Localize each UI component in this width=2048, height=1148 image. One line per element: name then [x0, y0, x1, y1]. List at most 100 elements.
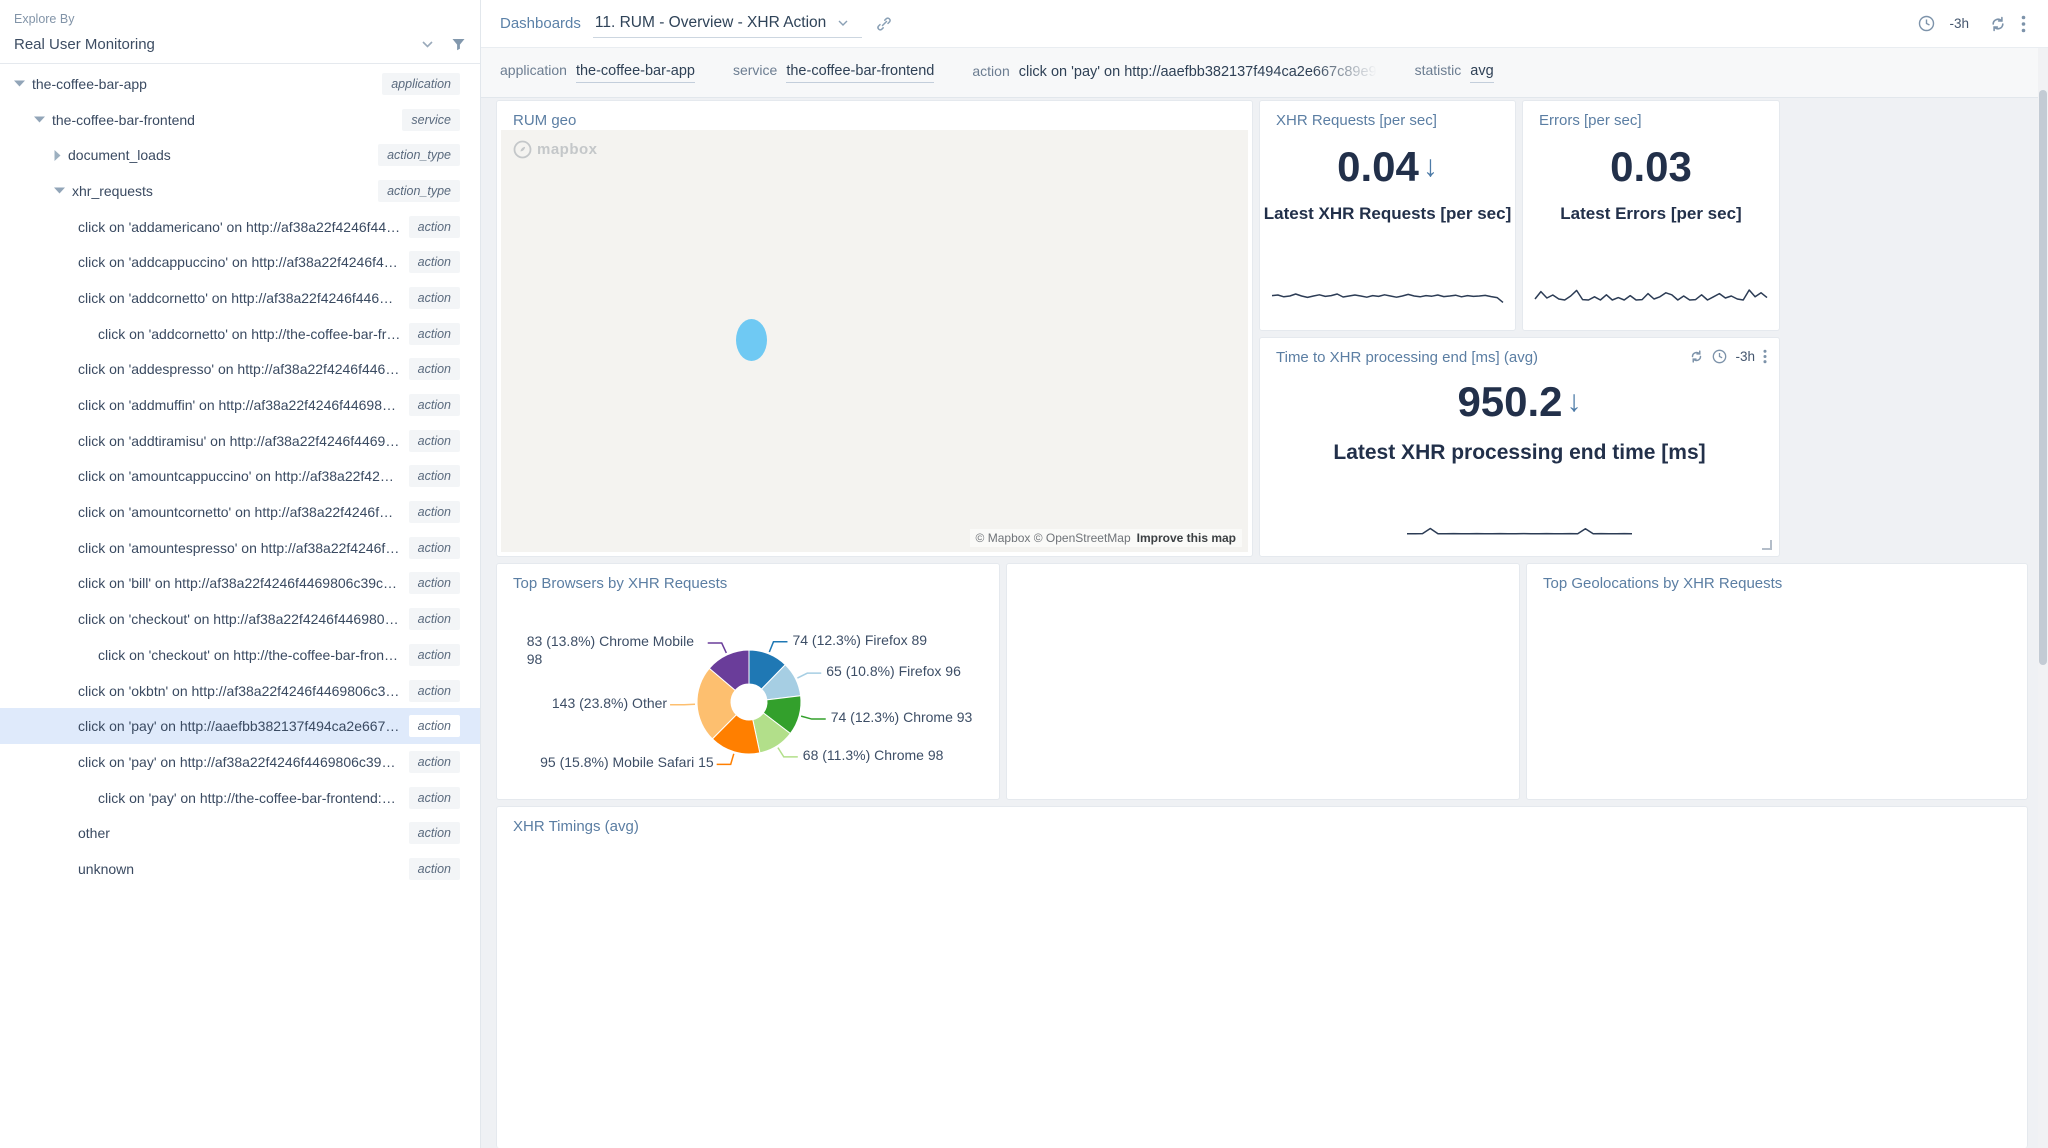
- tree-item-label: click on 'addcornetto' on http://the-cof…: [98, 326, 401, 342]
- errors-caption: Latest Errors [per sec]: [1560, 204, 1741, 224]
- filter-funnel-icon[interactable]: [451, 37, 466, 52]
- tree-item-type-badge: action_type: [378, 180, 460, 202]
- filter-label: application: [500, 62, 567, 78]
- tree-item[interactable]: click on 'amountespresso' on http://af38…: [0, 530, 480, 566]
- filter-statistic: statisticavg: [1415, 62, 1494, 83]
- scrollbar-track[interactable]: [2038, 48, 2048, 1148]
- clock-icon[interactable]: [1712, 349, 1727, 364]
- tree-item[interactable]: click on 'addcornetto' on http://the-cof…: [0, 316, 480, 352]
- processing-end-sparkline: [1406, 512, 1633, 538]
- filter-bar: applicationthe-coffee-bar-appservicethe-…: [481, 48, 2048, 98]
- card-title: Time to XHR processing end [ms] (avg): [1260, 338, 1554, 366]
- tree-item-label: xhr_requests: [72, 183, 370, 199]
- tree-item-label: click on 'pay' on http://the-coffee-bar-…: [98, 790, 401, 806]
- geo-cluster-dot[interactable]: [736, 319, 767, 361]
- clock-icon[interactable]: [1918, 15, 1935, 32]
- tree-item[interactable]: click on 'checkout' on http://the-coffee…: [0, 637, 480, 673]
- kebab-menu-icon[interactable]: [2021, 15, 2026, 33]
- pie-slice-label: 83 (13.8%) Chrome Mobile 98: [527, 633, 705, 669]
- tree-item-type-badge: action: [409, 430, 460, 452]
- chevron-down-icon: [838, 20, 848, 26]
- explore-by-select[interactable]: Real User Monitoring: [14, 36, 466, 53]
- mapbox-logo[interactable]: mapbox: [513, 140, 598, 159]
- filter-label: action: [972, 63, 1009, 79]
- tree-item[interactable]: unknownaction: [0, 851, 480, 887]
- tree-item-type-badge: action_type: [378, 144, 460, 166]
- tree-item-label: click on 'amountespresso' on http://af38…: [78, 540, 401, 556]
- geo-map[interactable]: mapbox © Mapbox © OpenStreetMapImprove t…: [501, 130, 1248, 552]
- xhr-requests-sparkline: [1271, 284, 1504, 308]
- kebab-menu-icon[interactable]: [1763, 349, 1767, 364]
- tree-item[interactable]: otheraction: [0, 815, 480, 851]
- sidebar: Explore By Real User Monitoring the-coff…: [0, 0, 481, 1148]
- refresh-icon[interactable]: [1989, 15, 2007, 33]
- app-root: Explore By Real User Monitoring the-coff…: [0, 0, 2048, 1148]
- card-time-range[interactable]: -3h: [1735, 349, 1755, 364]
- tree-item[interactable]: click on 'addamericano' on http://af38a2…: [0, 209, 480, 245]
- tree-item[interactable]: click on 'amountcappuccino' on http://af…: [0, 459, 480, 495]
- tree-item-label: click on 'bill' on http://af38a22f4246f4…: [78, 575, 401, 591]
- tree-item-label: click on 'pay' on http://af38a22f4246f44…: [78, 754, 401, 770]
- tree-item-type-badge: action: [409, 751, 460, 773]
- tree-item[interactable]: click on 'addtiramisu' on http://af38a22…: [0, 423, 480, 459]
- pie-slice-label: 68 (11.3%) Chrome 98: [803, 747, 944, 765]
- tree-item[interactable]: click on 'checkout' on http://af38a22f42…: [0, 601, 480, 637]
- tree-item-type-badge: action: [409, 537, 460, 559]
- tree-chevron-down-icon[interactable]: [34, 116, 45, 123]
- card-top-browsers: Top Browsers by XHR Requests 74 (12.3%) …: [496, 563, 1000, 800]
- tree-item-label: click on 'amountcornetto' on http://af38…: [78, 504, 401, 520]
- breadcrumb-dashboards[interactable]: Dashboards: [500, 15, 581, 32]
- tree-item-type-badge: action: [409, 858, 460, 880]
- tree-item[interactable]: click on 'pay' on http://the-coffee-bar-…: [0, 780, 480, 816]
- share-link-icon[interactable]: [876, 16, 892, 32]
- tree-item[interactable]: click on 'pay' on http://af38a22f4246f44…: [0, 744, 480, 780]
- filter-value[interactable]: the-coffee-bar-frontend: [786, 63, 934, 83]
- tree-item[interactable]: click on 'okbtn' on http://af38a22f4246f…: [0, 673, 480, 709]
- pie-slice-label: 95 (15.8%) Mobile Safari 15: [540, 754, 714, 772]
- tree-item[interactable]: click on 'addmuffin' on http://af38a22f4…: [0, 387, 480, 423]
- entity-tree: the-coffee-bar-appapplicationthe-coffee-…: [0, 64, 480, 887]
- chevron-down-icon[interactable]: [422, 41, 433, 48]
- xhr-timings-chart[interactable]: [497, 835, 2027, 1117]
- map-attribution[interactable]: © Mapbox © OpenStreetMapImprove this map: [970, 529, 1242, 547]
- tree-item-label: click on 'okbtn' on http://af38a22f4246f…: [78, 683, 401, 699]
- tree-item[interactable]: click on 'amountcornetto' on http://af38…: [0, 494, 480, 530]
- card-title: XHR Timings (avg): [497, 807, 2027, 835]
- tree-item[interactable]: click on 'pay' on http://aaefbb382137f49…: [0, 708, 480, 744]
- filter-value[interactable]: the-coffee-bar-app: [576, 63, 695, 83]
- tree-item-type-badge: action: [409, 501, 460, 523]
- tree-item[interactable]: click on 'addcornetto' on http://af38a22…: [0, 280, 480, 316]
- time-range-value[interactable]: -3h: [1949, 16, 1969, 31]
- tree-chevron-down-icon[interactable]: [54, 187, 65, 194]
- tree-item-type-badge: application: [382, 73, 460, 95]
- trend-down-icon: ↓: [1567, 386, 1582, 418]
- tree-item[interactable]: click on 'addcappuccino' on http://af38a…: [0, 244, 480, 280]
- filter-value[interactable]: avg: [1470, 63, 1493, 83]
- tree-item[interactable]: click on 'bill' on http://af38a22f4246f4…: [0, 566, 480, 602]
- improve-map-link: Improve this map: [1137, 531, 1236, 545]
- xhr-requests-value: 0.04↓: [1337, 145, 1438, 189]
- tree-item[interactable]: the-coffee-bar-frontendservice: [0, 102, 480, 138]
- explore-by-label: Explore By: [14, 12, 466, 26]
- dashboard-selector[interactable]: 11. RUM - Overview - XHR Action: [593, 10, 862, 38]
- tree-item-type-badge: service: [402, 109, 460, 131]
- tree-item[interactable]: the-coffee-bar-app application: [0, 66, 480, 102]
- tree-chevron-right-icon[interactable]: [54, 150, 61, 161]
- tree-item-type-badge: action: [409, 644, 460, 666]
- processing-end-caption: Latest XHR processing end time [ms]: [1333, 441, 1705, 465]
- tree-item-label: the-coffee-bar-app: [32, 76, 374, 92]
- tree-item[interactable]: click on 'addespresso' on http://af38a22…: [0, 352, 480, 388]
- xhr-requests-caption: Latest XHR Requests [per sec]: [1264, 204, 1512, 224]
- tree-item[interactable]: document_loadsaction_type: [0, 137, 480, 173]
- tree-chevron-down-icon[interactable]: [14, 80, 25, 87]
- resize-handle[interactable]: [1762, 540, 1772, 550]
- filter-value[interactable]: click on 'pay' on http://aaefbb382137f49…: [1019, 64, 1377, 83]
- card-xhr-requests: XHR Requests [per sec] 0.04↓ Latest XHR …: [1259, 100, 1516, 331]
- pie-slice-label: 74 (12.3%) Chrome 93: [831, 709, 973, 727]
- card-top-geolocations: Top Geolocations by XHR Requests: [1526, 563, 2028, 800]
- tree-item[interactable]: xhr_requests action_type: [0, 173, 480, 209]
- card-title: Errors [per sec]: [1523, 101, 1658, 129]
- refresh-icon[interactable]: [1689, 349, 1704, 364]
- tree-item-label: click on 'addtiramisu' on http://af38a22…: [78, 433, 401, 449]
- scrollbar-thumb[interactable]: [2039, 90, 2047, 665]
